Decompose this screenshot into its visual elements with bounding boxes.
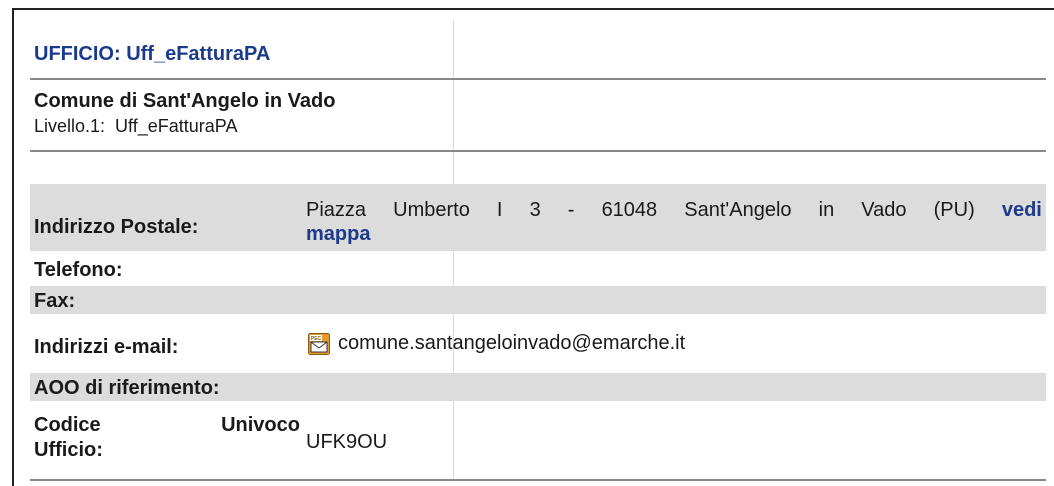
row-email: Indirizzi e-mail: PEC comune.santangeloi… [30, 322, 1046, 366]
address-word: Umberto [393, 199, 470, 221]
phone-label: Telefono: [34, 259, 123, 281]
row-aoo: AOO di riferimento: [30, 373, 1046, 401]
level-line: Livello.1: Uff_eFatturaPA [34, 116, 237, 137]
code-label-word: Codice [34, 414, 101, 436]
email-address[interactable]: comune.santangeloinvado@emarche.it [338, 332, 685, 355]
level-value: Uff_eFatturaPA [115, 116, 238, 136]
office-code-value: UFK9OU [306, 431, 388, 453]
address-word: Sant'Angelo [684, 199, 792, 221]
code-label-word: Ufficio: [34, 439, 103, 461]
address-word: - [567, 199, 575, 221]
map-link[interactable]: vedi [1002, 198, 1042, 222]
row-spacer [30, 184, 1046, 194]
email-label: Indirizzi e-mail: [34, 336, 179, 358]
address-word: 3 [529, 199, 541, 221]
row-office-code: Codice Univoco Ufficio: UFK9OU [30, 405, 1046, 467]
map-link-continued[interactable]: mappa [306, 223, 370, 245]
email-value: PEC comune.santangeloinvado@emarche.it [308, 332, 685, 355]
address-word: Piazza [306, 199, 367, 221]
address-value: Piazza Umberto I 3 - 61048 Sant'Angelo i… [306, 198, 1042, 246]
code-label-word: Univoco [221, 414, 300, 436]
address-word: (PU) [933, 199, 975, 221]
divider [30, 78, 1046, 80]
fax-label: Fax: [34, 290, 76, 312]
pec-mail-icon: PEC [308, 332, 330, 355]
office-title: UFFICIO: Uff_eFatturaPA [34, 43, 271, 65]
address-word: Vado [861, 199, 907, 221]
address-word: 61048 [601, 199, 658, 221]
address-line: Piazza Umberto I 3 - 61048 Sant'Angelo i… [306, 198, 1042, 222]
row-address: Indirizzo Postale: Piazza Umberto I 3 - … [30, 194, 1046, 251]
row-fax: Fax: [30, 286, 1046, 314]
divider [30, 150, 1046, 152]
address-word: I [496, 199, 503, 221]
divider [30, 479, 1046, 481]
ente-name: Comune di Sant'Angelo in Vado [34, 90, 336, 112]
address-word: in [818, 199, 835, 221]
svg-text:PEC: PEC [311, 336, 322, 342]
row-phone: Telefono: [30, 254, 1046, 284]
aoo-label: AOO di riferimento: [34, 377, 220, 399]
address-label: Indirizzo Postale: [34, 216, 199, 238]
level-label: Livello.1: [34, 116, 106, 136]
